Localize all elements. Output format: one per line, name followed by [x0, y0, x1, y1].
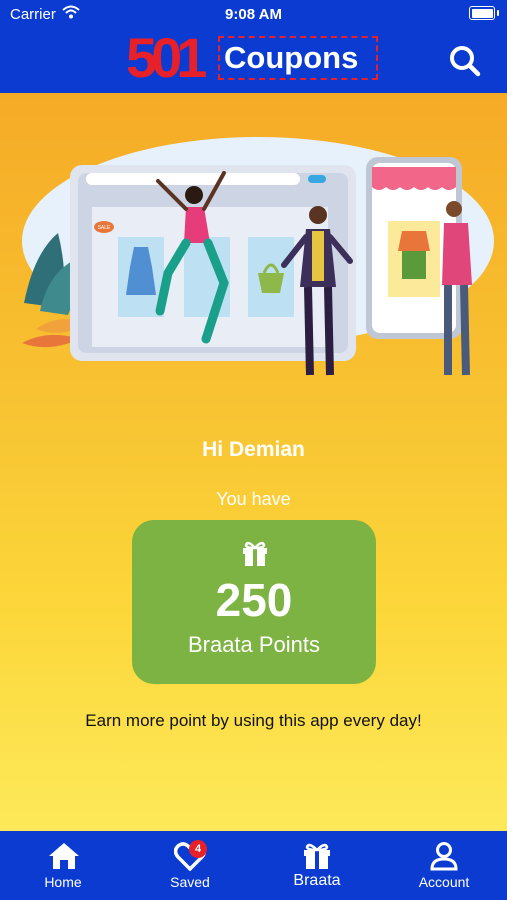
tab-saved[interactable]: 4 Saved [127, 831, 253, 900]
tab-home-label: Home [44, 874, 82, 890]
greeting-text: Hi Demian [202, 438, 305, 461]
tab-braata[interactable]: Braata [254, 831, 380, 900]
points-card: 250 Braata Points [132, 520, 376, 684]
battery-icon [469, 6, 499, 20]
earn-more-text: Earn more point by using this app every … [85, 711, 422, 730]
you-have-label: You have [216, 489, 291, 509]
tab-saved-label: Saved [170, 874, 210, 890]
status-time: 9:08 AM [225, 6, 282, 23]
points-label: Braata Points [187, 632, 321, 657]
main-content: SALE Hi Demian You have 250 Braata Point… [0, 93, 507, 831]
logo-number: 501 [126, 26, 207, 89]
tab-account-label: Account [418, 874, 470, 890]
points-value: 250 [215, 574, 293, 626]
saved-count-badge: 4 [189, 840, 207, 858]
shopping-illustration: SALE [22, 137, 494, 376]
search-icon [450, 46, 481, 77]
user-icon [430, 842, 458, 871]
search-button[interactable] [446, 42, 484, 80]
gift-icon [304, 843, 330, 869]
tab-braata-label: Braata [293, 872, 341, 889]
sale-tag: SALE [98, 225, 111, 231]
tab-home[interactable]: Home [0, 831, 126, 900]
logo-word: Coupons [218, 36, 378, 80]
status-bar: Carrier 9:08 AM [0, 0, 507, 28]
gift-icon [243, 541, 267, 566]
tab-bar: Home 4 Saved Braata Account [0, 831, 507, 900]
tab-account[interactable]: Account [381, 831, 507, 900]
home-icon [49, 843, 79, 869]
app-header: Carrier 9:08 AM 501 Coupons [0, 0, 507, 93]
